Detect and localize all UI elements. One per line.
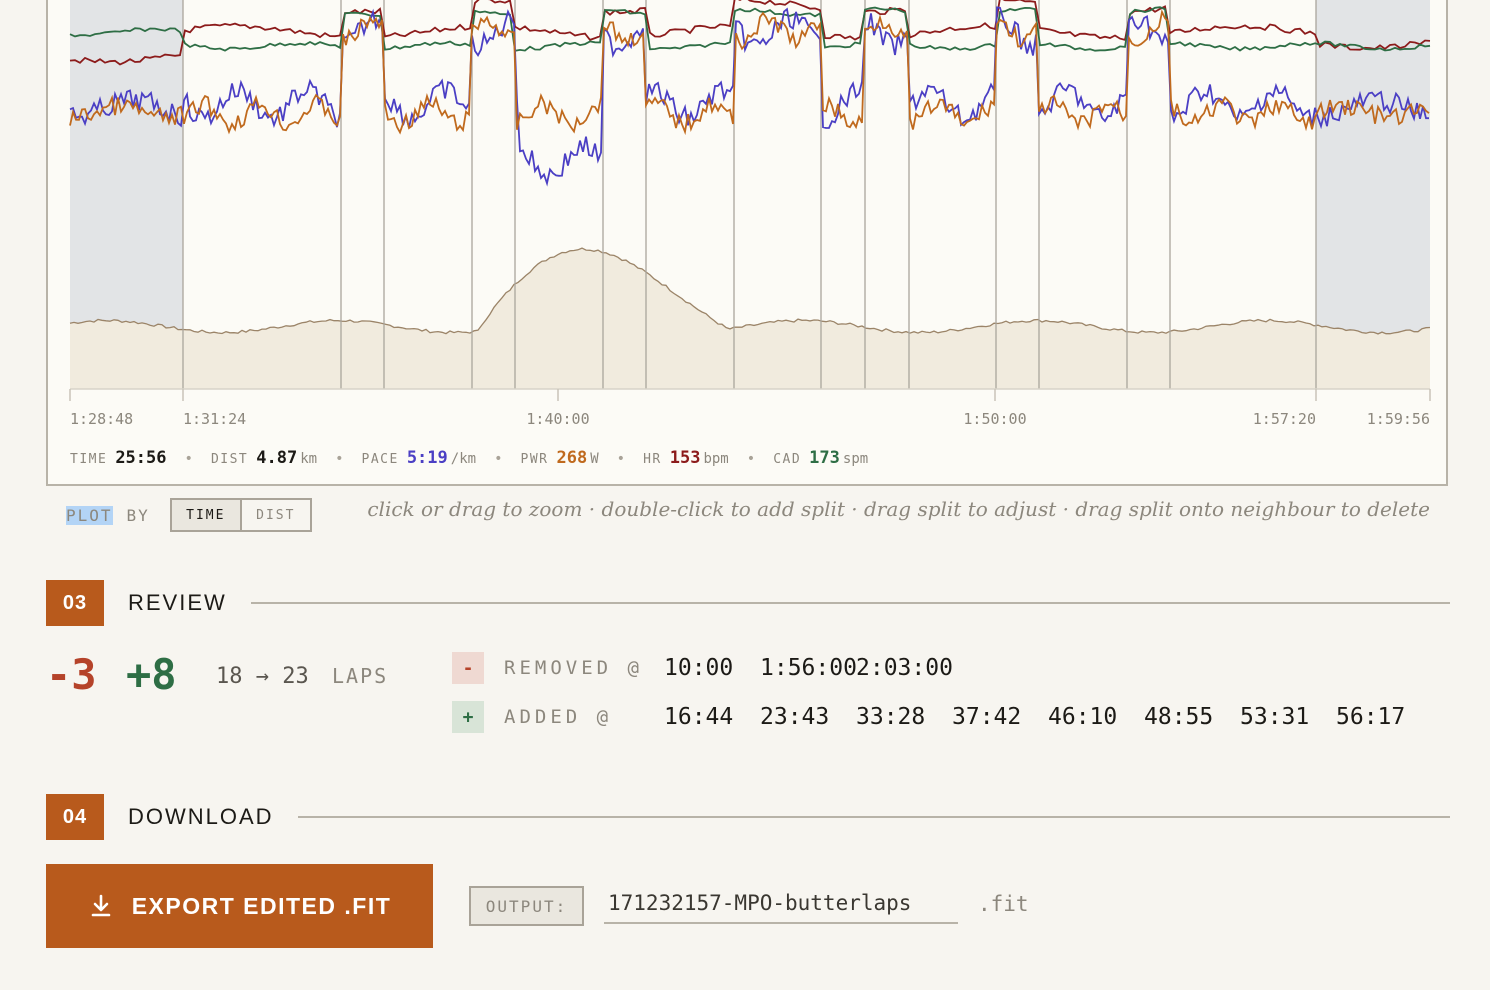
- added-time: 33:28: [856, 704, 926, 730]
- section-divider: [250, 602, 1450, 604]
- laps-to: 23: [282, 664, 309, 689]
- x-tick-label: 1:28:48: [70, 410, 133, 428]
- stat-value-pwr: 268: [556, 448, 588, 468]
- plot-label: PLOT: [66, 505, 113, 525]
- download-icon: [91, 894, 111, 917]
- stats-bar: TIME 25:56 • DIST 4.87 km • PACE 5:19/km • PWR 268 W…: [70, 448, 868, 468]
- stat-value-time: 25:56: [115, 448, 167, 468]
- stat-unit-cad: spm: [842, 451, 869, 467]
- removed-time: 10:00: [664, 655, 734, 681]
- cadence-series: [69, 6, 1431, 52]
- stat-separator: •: [184, 451, 193, 467]
- removed-time: 1:56:00: [760, 655, 857, 681]
- added-time: 48:55: [1144, 704, 1214, 730]
- plus-icon: +: [452, 701, 484, 733]
- by-label: BY: [126, 505, 150, 525]
- stat-key-pwr: PWR: [520, 452, 549, 467]
- minus-icon: -: [452, 652, 484, 684]
- removed-count: -3: [46, 650, 97, 699]
- stat-unit-hr: bpm: [703, 451, 729, 467]
- section-number: 03: [46, 580, 104, 626]
- added-time: 56:17: [1336, 704, 1406, 730]
- x-tick-label: 1:59:56: [1367, 410, 1430, 428]
- plot-by-toggle[interactable]: TIME DIST: [169, 498, 312, 532]
- lap-count-summary: 18 → 23 LAPS: [216, 664, 388, 689]
- x-tick-label: 1:40:00: [526, 410, 589, 428]
- section-title: DOWNLOAD: [128, 804, 274, 829]
- elevation-area: [70, 248, 1430, 389]
- stat-key-cad: CAD: [773, 452, 802, 467]
- chart-hint: click or drag to zoom · double-click to …: [367, 497, 1430, 521]
- review-section-header: 03 REVIEW: [46, 580, 1450, 626]
- stat-key-hr: HR: [643, 452, 662, 467]
- plot-by-time-button[interactable]: TIME: [171, 500, 242, 530]
- activity-chart[interactable]: 1:28:48 1:31:24 1:40:00 1:50:00 1:57:20 1:59:…: [48, 0, 1448, 486]
- output-filename-input[interactable]: [604, 884, 958, 924]
- x-tick-label: 1:50:00: [963, 410, 1026, 428]
- stat-key-time: TIME: [70, 452, 108, 467]
- power-series: [69, 9, 1430, 136]
- removed-times: 10:00 1:56:00 2:03:00: [664, 655, 953, 681]
- chart-panel[interactable]: 1:28:48 1:31:24 1:40:00 1:50:00 1:57:20 1:59:…: [46, 0, 1448, 486]
- download-section-header: 04 DOWNLOAD: [46, 794, 1450, 840]
- stat-separator: •: [616, 451, 626, 467]
- removed-label: REMOVED @: [504, 657, 643, 679]
- stat-value-pace: 5:19: [406, 448, 448, 468]
- removed-row: - REMOVED @ 10:00 1:56:00 2:03:00: [452, 652, 953, 684]
- x-tick-label: 1:31:24: [183, 410, 246, 428]
- plot-by-control: PLOT BY TIME DIST: [66, 498, 312, 532]
- export-button-label: EXPORT EDITED .FIT: [131, 892, 392, 919]
- hr-series: [69, 0, 1431, 66]
- stat-separator: •: [335, 451, 344, 467]
- section-divider: [297, 816, 1450, 818]
- elevation-line: [69, 247, 1431, 335]
- added-time: 46:10: [1048, 704, 1118, 730]
- stat-value-cad: 173: [809, 448, 840, 468]
- section-number: 04: [46, 794, 104, 840]
- added-row: + ADDED @ 16:44 23:43 33:28 37:42 46:10 48:55…: [452, 701, 1432, 733]
- output-label: OUTPUT:: [469, 886, 584, 926]
- added-time: 37:42: [952, 704, 1022, 730]
- stat-key-dist: DIST: [210, 452, 249, 467]
- added-time: 53:31: [1240, 704, 1310, 730]
- removed-time: 2:03:00: [856, 655, 953, 681]
- added-time: 23:43: [760, 704, 830, 730]
- stat-value-dist: 4.87: [256, 448, 298, 468]
- added-time: 16:44: [664, 704, 734, 730]
- stat-unit-pwr: W: [590, 451, 599, 467]
- stat-unit-pace: /km: [450, 451, 477, 467]
- added-times: 16:44 23:43 33:28 37:42 46:10 48:55 53:31 56:17: [664, 704, 1432, 730]
- laps-from: 18: [216, 664, 243, 689]
- stat-separator: •: [746, 451, 756, 467]
- pace-series: [69, 6, 1429, 187]
- stat-unit-dist: km: [300, 451, 318, 467]
- output-extension: .fit: [978, 892, 1029, 916]
- stat-key-pace: PACE: [361, 452, 399, 467]
- laps-unit: LAPS: [332, 664, 389, 688]
- stat-value-hr: 153: [669, 448, 701, 468]
- section-title: REVIEW: [128, 590, 227, 615]
- plot-by-dist-button[interactable]: DIST: [242, 500, 310, 530]
- added-label: ADDED @: [504, 706, 613, 728]
- export-button[interactable]: EXPORT EDITED .FIT: [46, 864, 433, 948]
- added-count: +8: [126, 650, 177, 699]
- stat-separator: •: [494, 451, 503, 467]
- x-tick-label: 1:57:20: [1253, 410, 1316, 428]
- arrow-icon: →: [255, 664, 269, 689]
